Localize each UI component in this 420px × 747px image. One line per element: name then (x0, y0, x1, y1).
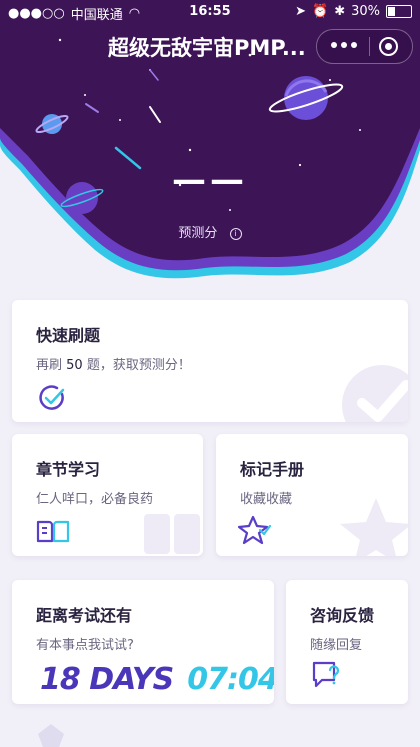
book-icon (36, 520, 70, 543)
card-subtitle: 有本事点我试试? (36, 638, 134, 653)
capsule-divider (369, 37, 370, 56)
countdown-timer: 07:04:53 (187, 662, 274, 697)
alarm-icon: ⏰ (312, 4, 329, 19)
countdown-display: 18 DAYS 07:04:53 (40, 662, 274, 697)
pentagon-decoration (38, 724, 64, 747)
predicted-score: —— (172, 160, 248, 200)
status-bar: ●●●○○ 中国联通 ◠ 16:55 ➤ ⏰ ✱ 30% (0, 0, 420, 24)
card-subtitle: 仁人咩口，必备良药 (36, 492, 154, 507)
score-label: 预测分 (178, 226, 218, 241)
bluetooth-icon: ✱ (334, 4, 346, 19)
book-watermark-icon (144, 514, 200, 554)
check-watermark-icon (342, 365, 408, 422)
quick-practice-card[interactable]: 快速刷题 再刷 50 题，获取预测分！ (12, 300, 408, 422)
mini-program-capsule (316, 29, 413, 64)
feedback-card[interactable]: 咨询反馈 随缘回复 (286, 580, 408, 704)
exam-countdown-card[interactable]: 距离考试还有 有本事点我试试? 18 DAYS 07:04:53 (12, 580, 274, 704)
days-remaining: 18 DAYS (40, 662, 174, 697)
chat-question-icon (312, 661, 339, 688)
more-icon[interactable] (331, 42, 357, 48)
chapter-study-card[interactable]: 章节学习 仁人咩口，必备良药 (12, 434, 203, 556)
location-icon: ➤ (295, 4, 306, 19)
battery-icon (386, 5, 412, 18)
star-watermark-icon (340, 498, 408, 556)
subtitle-prefix: 再刷 (36, 358, 67, 373)
card-title: 标记手册 (240, 460, 305, 479)
star-icon (238, 515, 272, 545)
battery-percent: 30% (351, 4, 380, 19)
card-subtitle: 收藏收藏 (240, 492, 293, 507)
score-label-row[interactable]: 预测分 i (0, 222, 420, 241)
check-circle-icon (39, 385, 65, 410)
page-title: 超级无敌宇宙PMP... (108, 36, 306, 60)
info-icon[interactable]: i (229, 227, 242, 240)
card-title: 章节学习 (36, 460, 101, 479)
card-subtitle: 随缘回复 (310, 638, 363, 653)
card-title: 距离考试还有 (36, 606, 133, 625)
subtitle-suffix: 题，获取预测分！ (82, 358, 191, 373)
question-count: 50 (66, 358, 83, 373)
card-title: 咨询反馈 (310, 606, 375, 625)
card-subtitle: 再刷 50 题，获取预测分！ (36, 354, 191, 373)
bookmarks-card[interactable]: 标记手册 收藏收藏 (216, 434, 408, 556)
card-title: 快速刷题 (36, 326, 101, 345)
close-target-icon[interactable] (379, 37, 398, 56)
